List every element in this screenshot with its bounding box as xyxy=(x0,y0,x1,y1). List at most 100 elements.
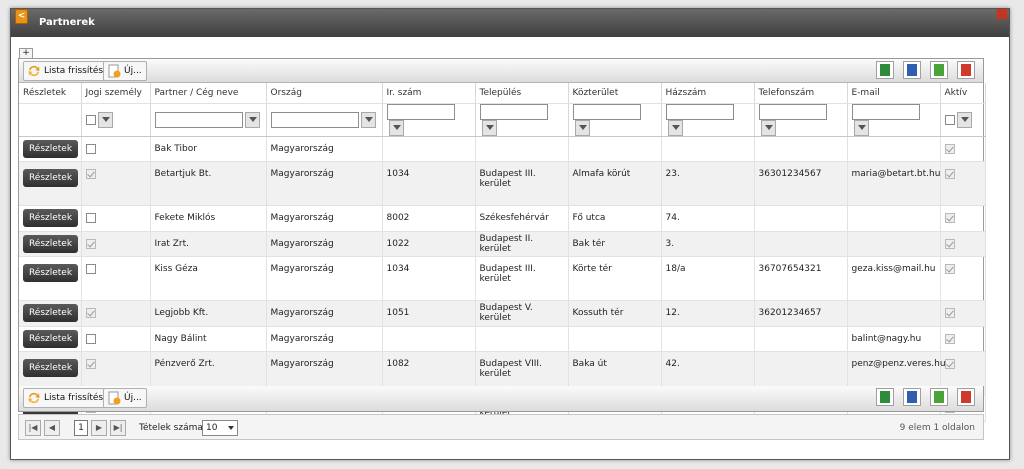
current-page-input[interactable]: 1 xyxy=(74,420,88,436)
pdf-icon[interactable] xyxy=(957,388,975,406)
filter-icon[interactable] xyxy=(956,111,972,128)
top-toolbar: Lista frissítése Új... xyxy=(19,59,983,83)
word-icon[interactable] xyxy=(903,61,922,79)
details-button[interactable]: Részletek xyxy=(23,359,78,377)
cell-number: 3. xyxy=(661,231,755,257)
row-active-cell xyxy=(940,326,986,352)
row-legal-cell xyxy=(81,205,151,232)
table-row[interactable]: Részletek Nagy Bálint Magyarország balint@n… xyxy=(19,326,986,352)
col-header-zip[interactable]: Ir. szám xyxy=(382,83,476,104)
first-page-button[interactable]: |◀ xyxy=(25,420,41,436)
filter-legal-checkbox[interactable] xyxy=(85,114,96,125)
back-button[interactable]: < xyxy=(15,9,28,24)
row-details-cell: Részletek xyxy=(19,256,82,301)
details-button[interactable]: Részletek xyxy=(23,139,78,158)
table-row[interactable]: Részletek Betartjuk Bt. Magyarország 1034 Bu… xyxy=(19,161,986,206)
filter-name-input[interactable] xyxy=(154,111,243,128)
page-size-label: Tételek száma: xyxy=(139,423,206,433)
filter-icon[interactable] xyxy=(853,119,869,136)
table-row[interactable]: Részletek Kiss Géza Magyarország 1034 Budape… xyxy=(19,256,986,301)
col-header-number[interactable]: Házszám xyxy=(661,83,755,104)
pdf-icon[interactable] xyxy=(957,61,975,79)
col-header-street[interactable]: Közterület xyxy=(568,83,662,104)
new-document-icon xyxy=(108,391,121,405)
filter-icon[interactable] xyxy=(574,119,590,136)
filter-active-checkbox[interactable] xyxy=(944,114,955,125)
csv-icon[interactable] xyxy=(930,61,949,79)
new-record-button-bottom[interactable]: Új... xyxy=(103,388,147,408)
details-button[interactable]: Részletek xyxy=(23,264,78,282)
refresh-list-button[interactable]: Lista frissítése xyxy=(23,61,114,81)
filter-email-input[interactable] xyxy=(851,103,920,120)
cell-zip: 1034 xyxy=(382,161,476,206)
details-button[interactable]: Részletek xyxy=(23,304,78,323)
table-row[interactable]: Részletek Fekete Miklós Magyarország 8002 Sz… xyxy=(19,205,986,232)
refresh-list-label: Lista frissítése xyxy=(44,66,109,76)
cell-street xyxy=(568,136,662,162)
details-button[interactable]: Részletek xyxy=(23,329,78,348)
refresh-list-button-bottom[interactable]: Lista frissítése xyxy=(23,388,114,408)
cell-street: Almafa körút xyxy=(568,161,662,206)
refresh-icon xyxy=(28,392,40,404)
filter-country-input[interactable] xyxy=(270,111,359,128)
filter-number-input[interactable] xyxy=(665,103,734,120)
cell-city xyxy=(475,136,569,162)
col-header-email[interactable]: E-mail xyxy=(847,83,941,104)
filter-phone-input[interactable] xyxy=(758,103,827,120)
cell-country: Magyarország xyxy=(266,300,383,327)
filter-cell-empty xyxy=(19,103,82,137)
excel-icon[interactable] xyxy=(876,388,895,406)
bookmark-icon[interactable] xyxy=(997,9,1007,21)
col-header-country[interactable]: Ország xyxy=(266,83,383,104)
cell-email xyxy=(847,300,941,327)
cell-country: Magyarország xyxy=(266,256,383,301)
last-page-button[interactable]: ▶| xyxy=(110,420,126,436)
table-row[interactable]: Részletek Bak Tibor Magyarország xyxy=(19,136,986,162)
csv-icon[interactable] xyxy=(930,388,949,406)
page-size-select[interactable]: 10 xyxy=(202,420,238,436)
details-button[interactable]: Részletek xyxy=(23,209,78,228)
cell-city: Budapest III. kerület xyxy=(475,256,569,301)
cell-name: Nagy Bálint xyxy=(150,326,267,352)
cell-city: Székesfehérvár xyxy=(475,205,569,232)
legal-person-checkbox xyxy=(85,213,96,223)
filter-city-input[interactable] xyxy=(479,103,548,120)
details-button[interactable]: Részletek xyxy=(23,234,78,253)
prev-page-button[interactable]: ◀ xyxy=(44,420,60,436)
filter-icon[interactable] xyxy=(360,111,376,128)
cell-phone xyxy=(754,326,848,352)
filter-icon[interactable] xyxy=(481,119,497,136)
cell-street: Fő utca xyxy=(568,205,662,232)
cell-zip: 1034 xyxy=(382,256,476,301)
cell-street: Körte tér xyxy=(568,256,662,301)
filter-cell-email xyxy=(847,103,941,137)
cell-phone: 36707654321 xyxy=(754,256,848,301)
next-page-button[interactable]: ▶ xyxy=(91,420,107,436)
filter-icon[interactable] xyxy=(667,119,683,136)
col-header-name[interactable]: Partner / Cég neve xyxy=(150,83,267,104)
table-row[interactable]: Részletek Irat Zrt. Magyarország 1022 Budape… xyxy=(19,231,986,257)
filter-cell-number xyxy=(661,103,755,137)
filter-icon[interactable] xyxy=(97,111,113,128)
word-icon[interactable] xyxy=(903,388,922,406)
table-row[interactable]: Részletek Legjobb Kft. Magyarország 1051 Bud… xyxy=(19,300,986,327)
cell-number: 23. xyxy=(661,161,755,206)
col-header-legal[interactable]: Jogi személy xyxy=(81,83,151,104)
col-header-details: Részletek xyxy=(19,83,82,104)
excel-icon[interactable] xyxy=(876,61,895,79)
filter-street-input[interactable] xyxy=(572,103,641,120)
active-checkbox xyxy=(944,213,955,223)
header-row: Részletek Jogi személy Partner / Cég nev… xyxy=(19,83,986,104)
filter-icon[interactable] xyxy=(760,119,776,136)
row-active-cell xyxy=(940,300,986,327)
filter-zip-input[interactable] xyxy=(386,103,455,120)
col-header-active[interactable]: Aktív xyxy=(940,83,986,104)
cell-name: Kiss Géza xyxy=(150,256,267,301)
col-header-phone[interactable]: Telefonszám xyxy=(754,83,848,104)
filter-icon[interactable] xyxy=(388,119,404,136)
details-button[interactable]: Részletek xyxy=(23,169,78,187)
cell-name: Legjobb Kft. xyxy=(150,300,267,327)
new-record-button[interactable]: Új... xyxy=(103,61,147,81)
col-header-city[interactable]: Település xyxy=(475,83,569,104)
filter-icon[interactable] xyxy=(244,111,260,128)
